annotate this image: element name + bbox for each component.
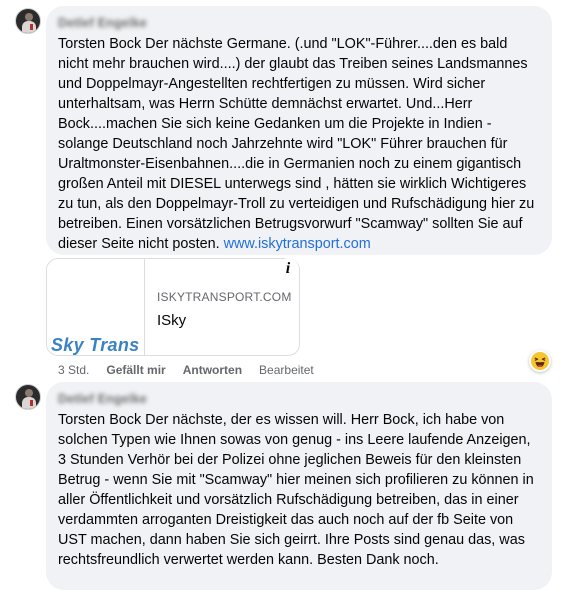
comment-body: Torsten Bock Der nächste, der es wissen …: [58, 412, 534, 568]
haha-emoji-icon: [531, 352, 549, 370]
comment-author[interactable]: Detlef Engelke: [58, 392, 147, 406]
comment-text: Torsten Bock Der nächste Germane. (.und …: [58, 34, 540, 254]
comment-author[interactable]: Detlef Engelke: [58, 16, 147, 30]
link-preview-domain: ISKYTRANSPORT.COM: [157, 290, 292, 304]
link-preview-title[interactable]: ISky: [157, 312, 297, 329]
link-preview-thumbnail-text: Sky Trans: [51, 335, 140, 355]
comment-body: Torsten Bock Der nächste Germane. (.und …: [58, 36, 535, 252]
link-preview-thumbnail[interactable]: Sky Trans: [47, 259, 145, 355]
link-preview-card[interactable]: Sky Trans ISKYTRANSPORT.COM ISky: [46, 258, 300, 356]
avatar[interactable]: [15, 384, 41, 410]
edited-label: Bearbeitet: [259, 363, 314, 377]
comment-bubble: Detlef Engelke Torsten Bock Der nächste …: [46, 6, 552, 255]
comment-link[interactable]: www.iskytransport.com: [224, 236, 371, 252]
comment-timestamp[interactable]: 3 Std.: [58, 363, 89, 377]
reply-button[interactable]: Antworten: [183, 363, 242, 377]
comment-thread: Detlef Engelke Torsten Bock Der nächste …: [0, 0, 572, 593]
avatar-figure-head: [25, 389, 33, 397]
comment-actions: 3 Std. Gefällt mir Antworten Bearbeitet: [58, 362, 314, 378]
avatar-figure-body: [22, 397, 36, 409]
comment-bubble: Detlef Engelke Torsten Bock Der nächste,…: [46, 382, 552, 590]
avatar-figure-detail: [30, 400, 33, 406]
avatar[interactable]: [15, 8, 41, 34]
haha-reaction-icon[interactable]: [529, 350, 551, 372]
avatar-figure-body: [22, 21, 36, 33]
avatar-figure-head: [25, 13, 33, 21]
info-icon[interactable]: i: [277, 258, 299, 280]
avatar-figure-detail: [30, 24, 33, 30]
link-preview-meta: ISKYTRANSPORT.COM ISky: [157, 290, 297, 329]
comment-text: Torsten Bock Der nächste, der es wissen …: [58, 410, 540, 570]
like-button[interactable]: Gefällt mir: [106, 363, 165, 377]
